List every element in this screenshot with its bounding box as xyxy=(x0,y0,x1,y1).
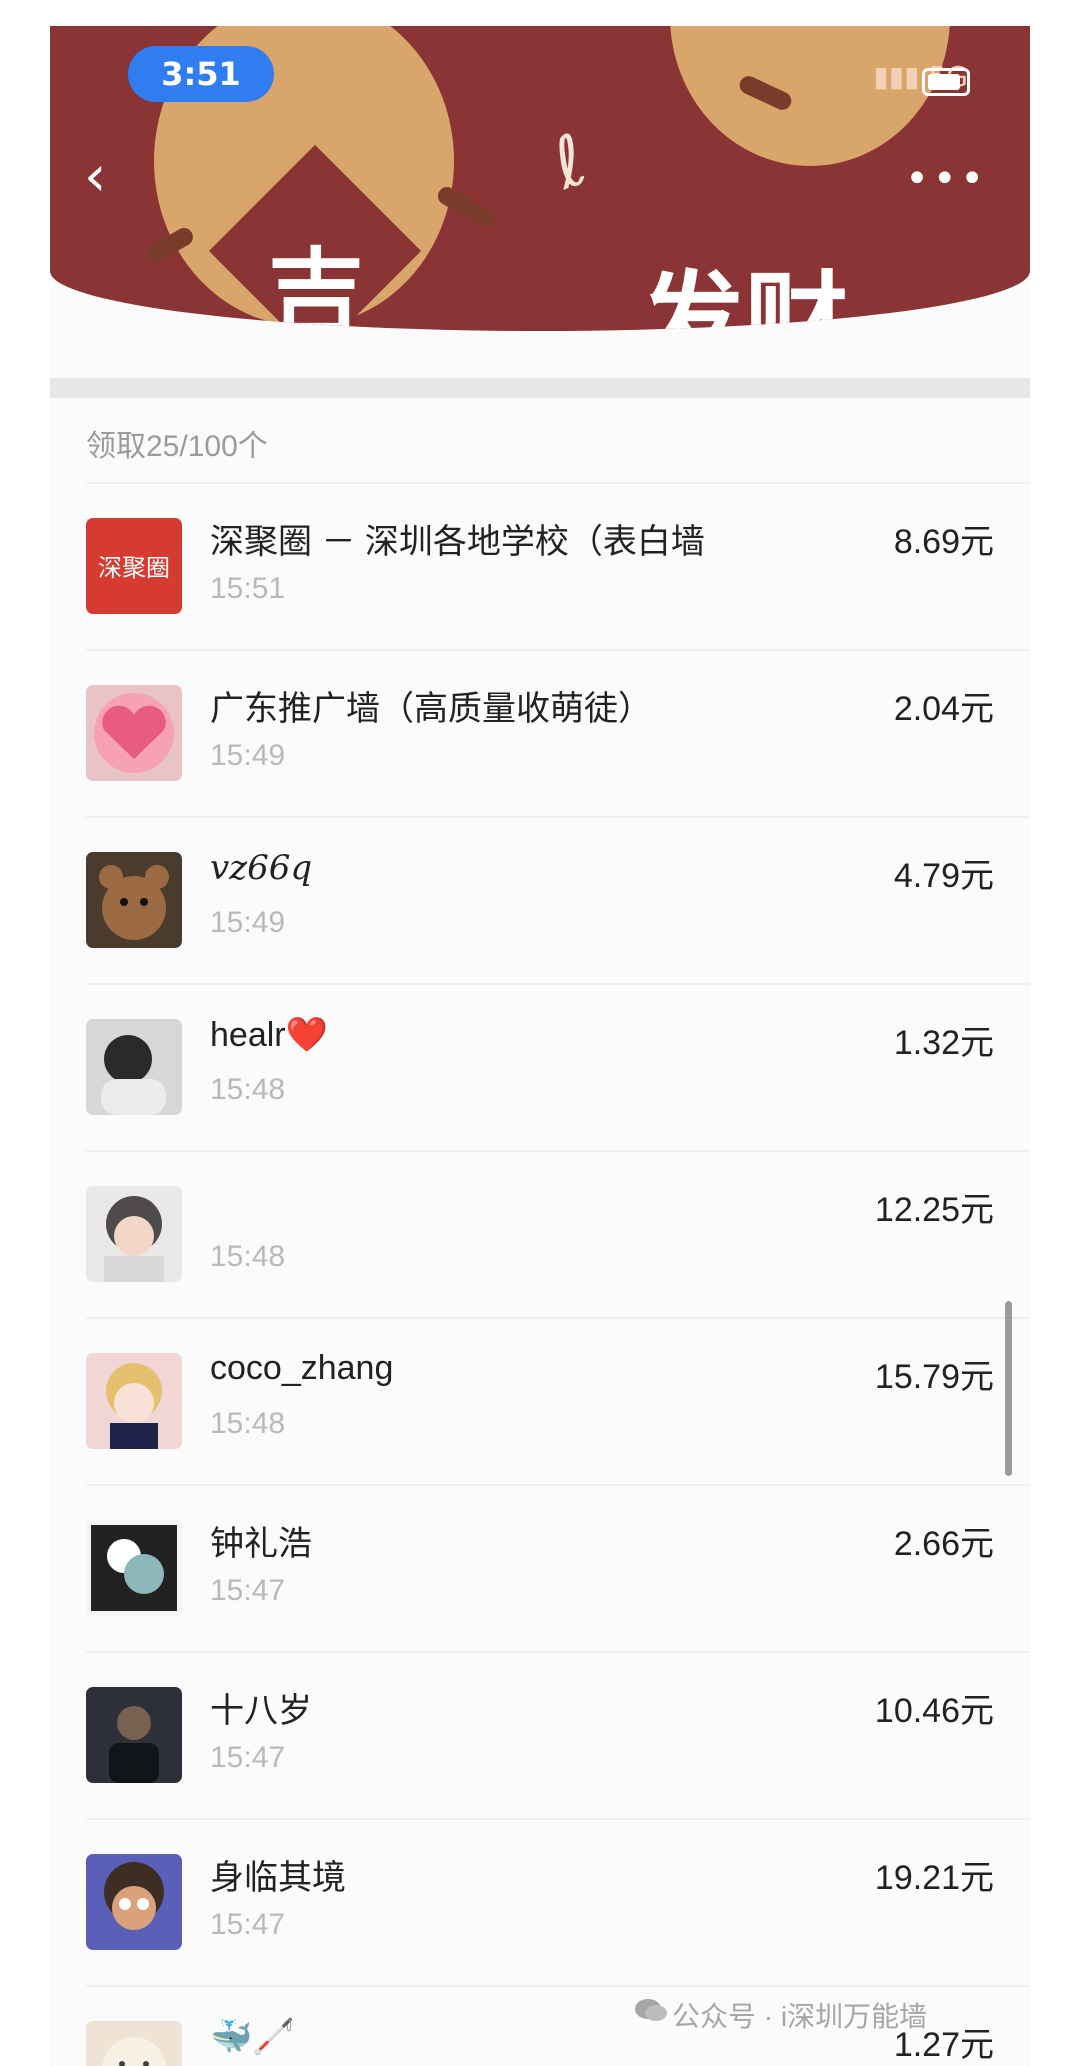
svg-text:深聚圈: 深聚圈 xyxy=(98,554,170,582)
recipient-name: vz66q xyxy=(210,848,313,888)
received-amount: 12.25元 xyxy=(874,1191,994,1229)
section-divider xyxy=(50,378,1030,398)
back-arrow-icon: ‹ xyxy=(84,144,107,209)
person-avatar-icon xyxy=(101,1035,166,1115)
battery-icon xyxy=(922,68,970,96)
received-amount: 8.69元 xyxy=(893,523,994,561)
list-item[interactable]: vz66q 15:49 4.79元 xyxy=(86,816,1030,983)
avatar xyxy=(86,1186,182,1282)
avatar: 深聚圈 xyxy=(86,518,182,614)
avatar xyxy=(86,2021,182,2066)
wechat-icon xyxy=(635,1999,667,2021)
received-amount: 4.79元 xyxy=(893,857,994,895)
bear-doodle-avatar-icon xyxy=(102,2037,166,2066)
received-time: 15:48 xyxy=(210,1073,286,1106)
recipient-name: 身临其境 xyxy=(210,1859,346,1897)
avatar xyxy=(86,1520,182,1616)
received-time: 15:49 xyxy=(210,906,286,939)
banner-right-word: 发财 xyxy=(640,260,849,331)
recipient-name: 🐳🦯 xyxy=(210,2018,295,2056)
received-amount: 10.46元 xyxy=(874,1692,994,1730)
received-time: 15:47 xyxy=(210,1908,286,1941)
anime-boy-avatar-icon xyxy=(104,1196,164,1282)
bear-avatar-icon xyxy=(99,865,169,940)
avatar xyxy=(86,1854,182,1950)
received-count: 领取25/100个 xyxy=(86,430,268,463)
banner-left-word: 吉 xyxy=(268,238,364,331)
received-amount: 15.79元 xyxy=(874,1358,994,1396)
tiger-illustration-right xyxy=(670,26,950,166)
avatar xyxy=(86,1353,182,1449)
recipient-name: healr❤️ xyxy=(210,1016,328,1054)
vertical-scrollbar[interactable] xyxy=(1005,1301,1012,1476)
more-dots-icon: ••• xyxy=(905,156,988,202)
received-amount: 1.32元 xyxy=(893,1024,994,1062)
portrait-avatar-icon xyxy=(109,1706,159,1783)
list-item[interactable]: 广东推广墙（高质量收萌徒） 15:49 2.04元 xyxy=(86,649,1030,816)
received-time: 15:48 xyxy=(210,1407,286,1440)
avatar xyxy=(86,852,182,948)
received-time: 15:48 xyxy=(210,1240,286,1273)
recipient-name: 十八岁 xyxy=(210,1692,312,1730)
anime-girl-avatar-icon xyxy=(106,1363,162,1449)
list-item[interactable]: healr❤️ 15:48 1.32元 xyxy=(86,983,1030,1150)
received-amount: 2.04元 xyxy=(893,690,994,728)
recipient-name: 深聚圈 － 深圳各地学校（表白墙 xyxy=(210,523,705,561)
received-time: 15:51 xyxy=(210,572,286,605)
list-item[interactable]: coco_zhang 15:48 15.79元 xyxy=(86,1317,1030,1484)
list-item[interactable]: 身临其境 15:47 19.21元 xyxy=(86,1818,1030,1985)
signal-icon: ▮▮▮ xyxy=(873,60,920,93)
list-item[interactable]: 深聚圈 深聚圈 － 深圳各地学校（表白墙 15:51 8.69元 xyxy=(86,482,1030,649)
received-time: 15:47 xyxy=(210,1574,286,1607)
red-packet-detail-screen: 吉 ℓ 发财 3:51 ▮▮▮ 5G ‹ ••• 领取25/100个 深聚圈 深… xyxy=(50,26,1030,2066)
watermark: 公众号 · i深圳万能墙 xyxy=(672,2001,928,2032)
list-item[interactable]: 钟礼浩 15:47 2.66元 xyxy=(86,1484,1030,1651)
red-packet-cover-banner: 吉 ℓ 发财 3:51 ▮▮▮ 5G ‹ ••• xyxy=(50,26,1030,331)
list-item[interactable]: 十八岁 15:47 10.46元 xyxy=(86,1651,1030,1818)
recipient-name: coco_zhang xyxy=(210,1349,394,1387)
list-item[interactable]: 15:48 12.25元 xyxy=(86,1150,1030,1317)
avatar xyxy=(86,1687,182,1783)
swirl-decoration-icon: ℓ xyxy=(541,118,598,206)
received-amount: 19.21元 xyxy=(874,1859,994,1897)
avatar xyxy=(86,1019,182,1115)
received-time: 15:49 xyxy=(210,739,286,772)
recipient-list: 深聚圈 深聚圈 － 深圳各地学校（表白墙 15:51 8.69元 广东推广墙（高… xyxy=(86,482,1030,2066)
logo-icon: 深聚圈 xyxy=(98,554,170,582)
cartoon-avatar-icon xyxy=(91,1525,177,1611)
heart-avatar-icon xyxy=(94,693,174,773)
back-button[interactable]: ‹ xyxy=(84,144,106,209)
avatar xyxy=(86,685,182,781)
received-amount: 2.66元 xyxy=(893,1525,994,1563)
status-time: 3:51 xyxy=(128,46,274,102)
recipient-name: 广东推广墙（高质量收萌徒） xyxy=(210,690,652,728)
more-options-button[interactable]: ••• xyxy=(905,156,988,202)
cartoon-child-avatar-icon xyxy=(104,1862,164,1930)
received-time: 15:47 xyxy=(210,1741,286,1774)
recipient-name: 钟礼浩 xyxy=(210,1525,312,1563)
